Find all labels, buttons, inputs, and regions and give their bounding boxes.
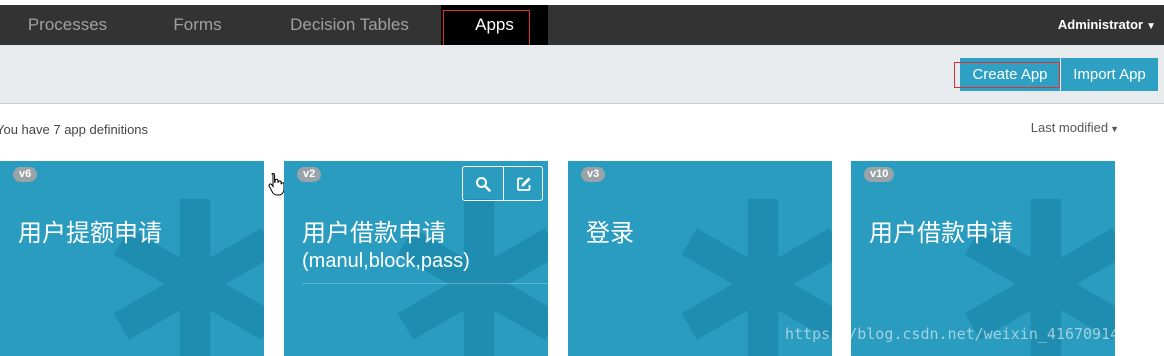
view-app-button[interactable] xyxy=(463,167,503,200)
search-icon xyxy=(476,176,491,192)
hand-cursor-icon xyxy=(268,172,284,196)
nav-apps-label: Apps xyxy=(475,15,514,34)
sub-header: Create App Import App xyxy=(0,45,1164,104)
user-menu[interactable]: Administrator ▼ xyxy=(1058,5,1156,45)
app-name: 登录 xyxy=(586,219,634,247)
sort-label: Last modified xyxy=(1030,120,1109,135)
version-badge: v3 xyxy=(581,167,606,182)
edit-icon xyxy=(517,177,531,191)
version-badge: v2 xyxy=(297,167,322,182)
version-badge: v6 xyxy=(13,167,38,182)
sort-dropdown[interactable]: Last modified ▼ xyxy=(1031,120,1119,135)
app-subtitle: (manul,block,pass) xyxy=(302,250,470,272)
app-name: 用户借款申请 xyxy=(869,219,1013,247)
edit-app-button[interactable] xyxy=(504,167,544,200)
app-card[interactable]: v2 用户借款申请 (manul,block,pass) xyxy=(284,161,548,356)
chevron-down-icon: ▼ xyxy=(1110,124,1119,134)
nav-processes[interactable]: Processes xyxy=(0,5,135,45)
blog-watermark: https://blog.csdn.net/weixin_41670914 xyxy=(785,325,1120,343)
app-count-text: You have 7 app definitions xyxy=(0,122,149,137)
import-app-button[interactable]: Import App xyxy=(1061,58,1158,91)
version-badge: v10 xyxy=(864,167,895,182)
nav-forms[interactable]: Forms xyxy=(140,5,255,45)
user-name: Administrator xyxy=(1057,17,1144,32)
app-name: 用户借款申请 xyxy=(302,219,446,247)
app-card[interactable]: v6 用户提额申请 xyxy=(0,161,264,356)
top-nav-bar: Processes Forms Decision Tables Apps Adm… xyxy=(0,0,1164,51)
card-actions xyxy=(462,166,543,201)
nav-decision-tables[interactable]: Decision Tables xyxy=(272,5,427,45)
chevron-down-icon: ▼ xyxy=(1146,21,1156,32)
app-name: 用户提额申请 xyxy=(18,219,162,247)
card-divider xyxy=(302,283,548,284)
create-app-button[interactable]: Create App xyxy=(960,58,1060,91)
nav-apps[interactable]: Apps xyxy=(441,5,548,51)
